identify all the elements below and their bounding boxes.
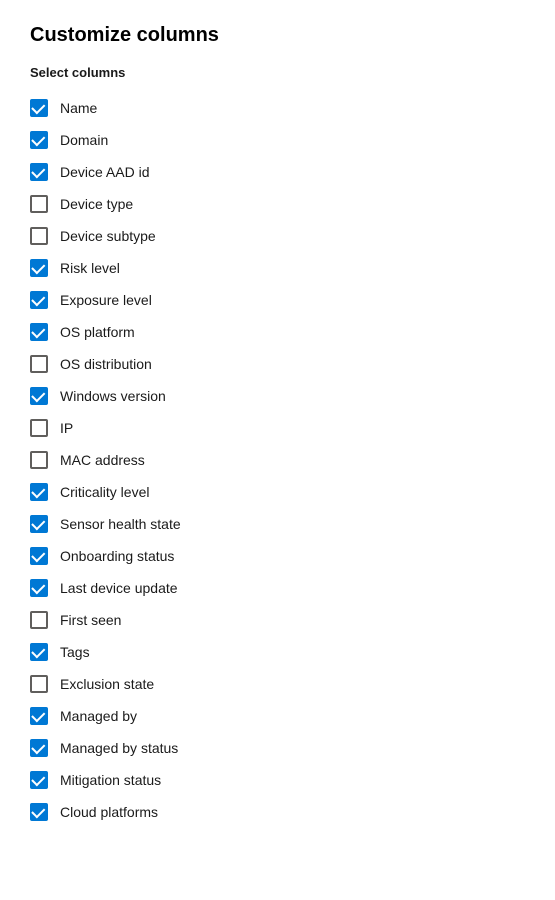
column-item-device-type[interactable]: Device type xyxy=(30,188,525,220)
section-label: Select columns xyxy=(30,65,525,80)
column-label-tags: Tags xyxy=(60,644,90,660)
checkbox-risk-level[interactable] xyxy=(30,259,48,277)
column-item-domain[interactable]: Domain xyxy=(30,124,525,156)
column-item-exclusion-state[interactable]: Exclusion state xyxy=(30,668,525,700)
checkbox-os-platform[interactable] xyxy=(30,323,48,341)
column-label-managed-by: Managed by xyxy=(60,708,137,724)
column-label-domain: Domain xyxy=(60,132,108,148)
column-label-sensor-health-state: Sensor health state xyxy=(60,516,181,532)
column-item-mitigation-status[interactable]: Mitigation status xyxy=(30,764,525,796)
column-item-first-seen[interactable]: First seen xyxy=(30,604,525,636)
checkbox-last-device-update[interactable] xyxy=(30,579,48,597)
column-item-device-aad-id[interactable]: Device AAD id xyxy=(30,156,525,188)
column-label-mitigation-status: Mitigation status xyxy=(60,772,161,788)
checkbox-tags[interactable] xyxy=(30,643,48,661)
checkbox-managed-by[interactable] xyxy=(30,707,48,725)
checkbox-mitigation-status[interactable] xyxy=(30,771,48,789)
column-label-last-device-update: Last device update xyxy=(60,580,178,596)
column-label-os-platform: OS platform xyxy=(60,324,135,340)
column-label-device-type: Device type xyxy=(60,196,133,212)
checkbox-first-seen[interactable] xyxy=(30,611,48,629)
column-label-mac-address: MAC address xyxy=(60,452,145,468)
checkbox-exclusion-state[interactable] xyxy=(30,675,48,693)
column-item-device-subtype[interactable]: Device subtype xyxy=(30,220,525,252)
checkbox-domain[interactable] xyxy=(30,131,48,149)
column-label-windows-version: Windows version xyxy=(60,388,166,404)
checkbox-device-aad-id[interactable] xyxy=(30,163,48,181)
column-label-name: Name xyxy=(60,100,97,116)
column-label-criticality-level: Criticality level xyxy=(60,484,149,500)
checkbox-onboarding-status[interactable] xyxy=(30,547,48,565)
column-item-os-platform[interactable]: OS platform xyxy=(30,316,525,348)
column-item-mac-address[interactable]: MAC address xyxy=(30,444,525,476)
checkbox-sensor-health-state[interactable] xyxy=(30,515,48,533)
checkbox-ip[interactable] xyxy=(30,419,48,437)
column-item-risk-level[interactable]: Risk level xyxy=(30,252,525,284)
column-label-ip: IP xyxy=(60,420,73,436)
checkbox-criticality-level[interactable] xyxy=(30,483,48,501)
column-item-criticality-level[interactable]: Criticality level xyxy=(30,476,525,508)
column-label-exclusion-state: Exclusion state xyxy=(60,676,154,692)
checkbox-device-type[interactable] xyxy=(30,195,48,213)
page-title: Customize columns xyxy=(30,24,525,47)
columns-list: Name Domain Device AAD id Device type Device… xyxy=(30,92,525,828)
column-label-os-distribution: OS distribution xyxy=(60,356,152,372)
checkbox-os-distribution[interactable] xyxy=(30,355,48,373)
column-label-cloud-platforms: Cloud platforms xyxy=(60,804,158,820)
column-label-exposure-level: Exposure level xyxy=(60,292,152,308)
checkbox-name[interactable] xyxy=(30,99,48,117)
column-item-exposure-level[interactable]: Exposure level xyxy=(30,284,525,316)
column-label-device-aad-id: Device AAD id xyxy=(60,164,149,180)
column-item-managed-by-status[interactable]: Managed by status xyxy=(30,732,525,764)
checkbox-windows-version[interactable] xyxy=(30,387,48,405)
checkbox-mac-address[interactable] xyxy=(30,451,48,469)
column-label-risk-level: Risk level xyxy=(60,260,120,276)
column-label-managed-by-status: Managed by status xyxy=(60,740,178,756)
checkbox-managed-by-status[interactable] xyxy=(30,739,48,757)
column-item-onboarding-status[interactable]: Onboarding status xyxy=(30,540,525,572)
checkbox-exposure-level[interactable] xyxy=(30,291,48,309)
checkbox-cloud-platforms[interactable] xyxy=(30,803,48,821)
column-item-sensor-health-state[interactable]: Sensor health state xyxy=(30,508,525,540)
column-item-cloud-platforms[interactable]: Cloud platforms xyxy=(30,796,525,828)
column-item-os-distribution[interactable]: OS distribution xyxy=(30,348,525,380)
column-item-name[interactable]: Name xyxy=(30,92,525,124)
column-label-first-seen: First seen xyxy=(60,612,121,628)
column-item-windows-version[interactable]: Windows version xyxy=(30,380,525,412)
column-item-last-device-update[interactable]: Last device update xyxy=(30,572,525,604)
column-item-managed-by[interactable]: Managed by xyxy=(30,700,525,732)
column-item-ip[interactable]: IP xyxy=(30,412,525,444)
checkbox-device-subtype[interactable] xyxy=(30,227,48,245)
column-item-tags[interactable]: Tags xyxy=(30,636,525,668)
column-label-device-subtype: Device subtype xyxy=(60,228,156,244)
column-label-onboarding-status: Onboarding status xyxy=(60,548,174,564)
